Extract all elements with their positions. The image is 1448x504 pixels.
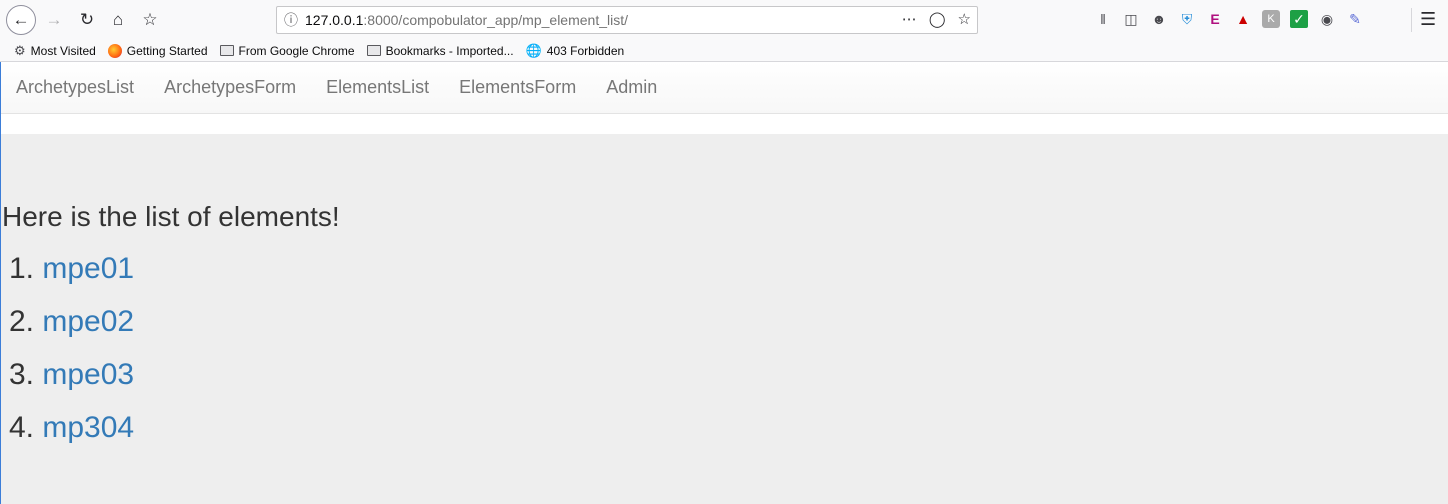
element-list: 1. mpe01 2. mpe02 3. mpe03 4. mp304 [9, 251, 134, 463]
bookmark-star-icon[interactable]: ☆ [136, 6, 164, 34]
nav-archetypes-form[interactable]: ArchetypesForm [164, 77, 296, 98]
extension-icons: ‖ ◫ ☻ ⛨ E ▲ K ✓ ◉ ✎ [1094, 10, 1364, 28]
bookmark-label: Bookmarks - Imported... [385, 43, 514, 58]
forward-arrow-icon[interactable]: → [40, 6, 68, 34]
home-icon[interactable]: ⌂ [104, 6, 132, 34]
element-link[interactable]: mpe03 [42, 358, 134, 391]
nav-elements-list[interactable]: ElementsList [326, 77, 429, 98]
list-index: 4. [9, 411, 35, 444]
bookmark-label: From Google Chrome [238, 43, 355, 58]
list-item: 3. mpe03 [9, 357, 134, 410]
list-item: 2. mpe02 [9, 304, 134, 357]
firefox-icon [107, 43, 122, 58]
account-icon[interactable]: ☻ [1150, 10, 1168, 28]
bookmark-imported[interactable]: Bookmarks - Imported... [366, 43, 514, 58]
nav-admin[interactable]: Admin [606, 77, 657, 98]
element-link[interactable]: mpe02 [42, 305, 134, 338]
element-link[interactable]: mp304 [42, 411, 134, 444]
gear-icon: ⚙ [14, 42, 26, 58]
back-arrow-icon[interactable]: ← [6, 5, 36, 35]
web-page: ArchetypesList ArchetypesForm ElementsLi… [0, 62, 1448, 504]
main-content: Here is the list of elements! 1. mpe01 2… [1, 134, 1448, 504]
shield-extension-icon[interactable]: ⛨ [1178, 10, 1196, 28]
tracking-extension-icon[interactable]: ◉ [1318, 10, 1336, 28]
globe-icon: 🌐 [525, 42, 542, 58]
nav-archetypes-list[interactable]: ArchetypesList [16, 77, 134, 98]
element-link[interactable]: mpe01 [42, 252, 134, 285]
more-actions-icon[interactable]: ⋯ [902, 10, 917, 28]
list-index: 1. [9, 252, 35, 285]
bookmark-most-visited[interactable]: ⚙ Most Visited [14, 43, 96, 59]
folder-icon [219, 45, 234, 56]
extension-e-icon[interactable]: E [1206, 10, 1224, 28]
bookmark-from-google-chrome[interactable]: From Google Chrome [219, 43, 355, 58]
url-bar[interactable]: ⓘ 127.0.0.1:8000/compobulator_app/mp_ele… [276, 6, 978, 34]
nav-elements-form[interactable]: ElementsForm [459, 77, 576, 98]
url-text[interactable]: 127.0.0.1:8000/compobulator_app/mp_eleme… [305, 12, 628, 28]
star-icon[interactable]: ☆ [958, 10, 971, 28]
folder-icon [366, 45, 381, 56]
library-icon[interactable]: ‖ [1094, 10, 1112, 28]
toolbar-separator [1411, 8, 1412, 32]
hamburger-menu-icon[interactable]: ☰ [1420, 9, 1436, 30]
list-index: 2. [9, 305, 35, 338]
bookmark-label: Most Visited [30, 43, 96, 58]
pocket-icon[interactable]: ◯ [929, 10, 946, 28]
bookmarks-bar: ⚙ Most Visited Getting Started From Goog… [0, 40, 1448, 62]
page-heading: Here is the list of elements! [2, 201, 340, 232]
list-item: 4. mp304 [9, 410, 134, 463]
navbar-spacer [1, 114, 1448, 134]
bookmark-label: 403 Forbidden [546, 43, 625, 58]
url-path: :8000/compobulator_app/mp_element_list/ [363, 12, 629, 28]
extension-grey-icon[interactable]: K [1262, 10, 1280, 28]
eyedropper-icon[interactable]: ✎ [1346, 10, 1364, 28]
browser-toolbar: ← → ↻ ⌂ ☆ ⓘ 127.0.0.1:8000/compobulator_… [0, 0, 1448, 40]
url-host: 127.0.0.1 [305, 12, 364, 28]
list-item: 1. mpe01 [9, 251, 134, 304]
sidebar-icon[interactable]: ◫ [1122, 10, 1140, 28]
site-navbar: ArchetypesList ArchetypesForm ElementsLi… [1, 62, 1448, 114]
bookmark-getting-started[interactable]: Getting Started [107, 43, 208, 58]
reload-icon[interactable]: ↻ [73, 6, 101, 34]
bookmark-403-forbidden[interactable]: 🌐 403 Forbidden [526, 43, 625, 59]
info-icon[interactable]: ⓘ [277, 10, 305, 30]
redhat-extension-icon[interactable]: ▲ [1234, 10, 1252, 28]
bookmark-label: Getting Started [126, 43, 208, 58]
list-index: 3. [9, 358, 35, 391]
check-extension-icon[interactable]: ✓ [1290, 10, 1308, 28]
